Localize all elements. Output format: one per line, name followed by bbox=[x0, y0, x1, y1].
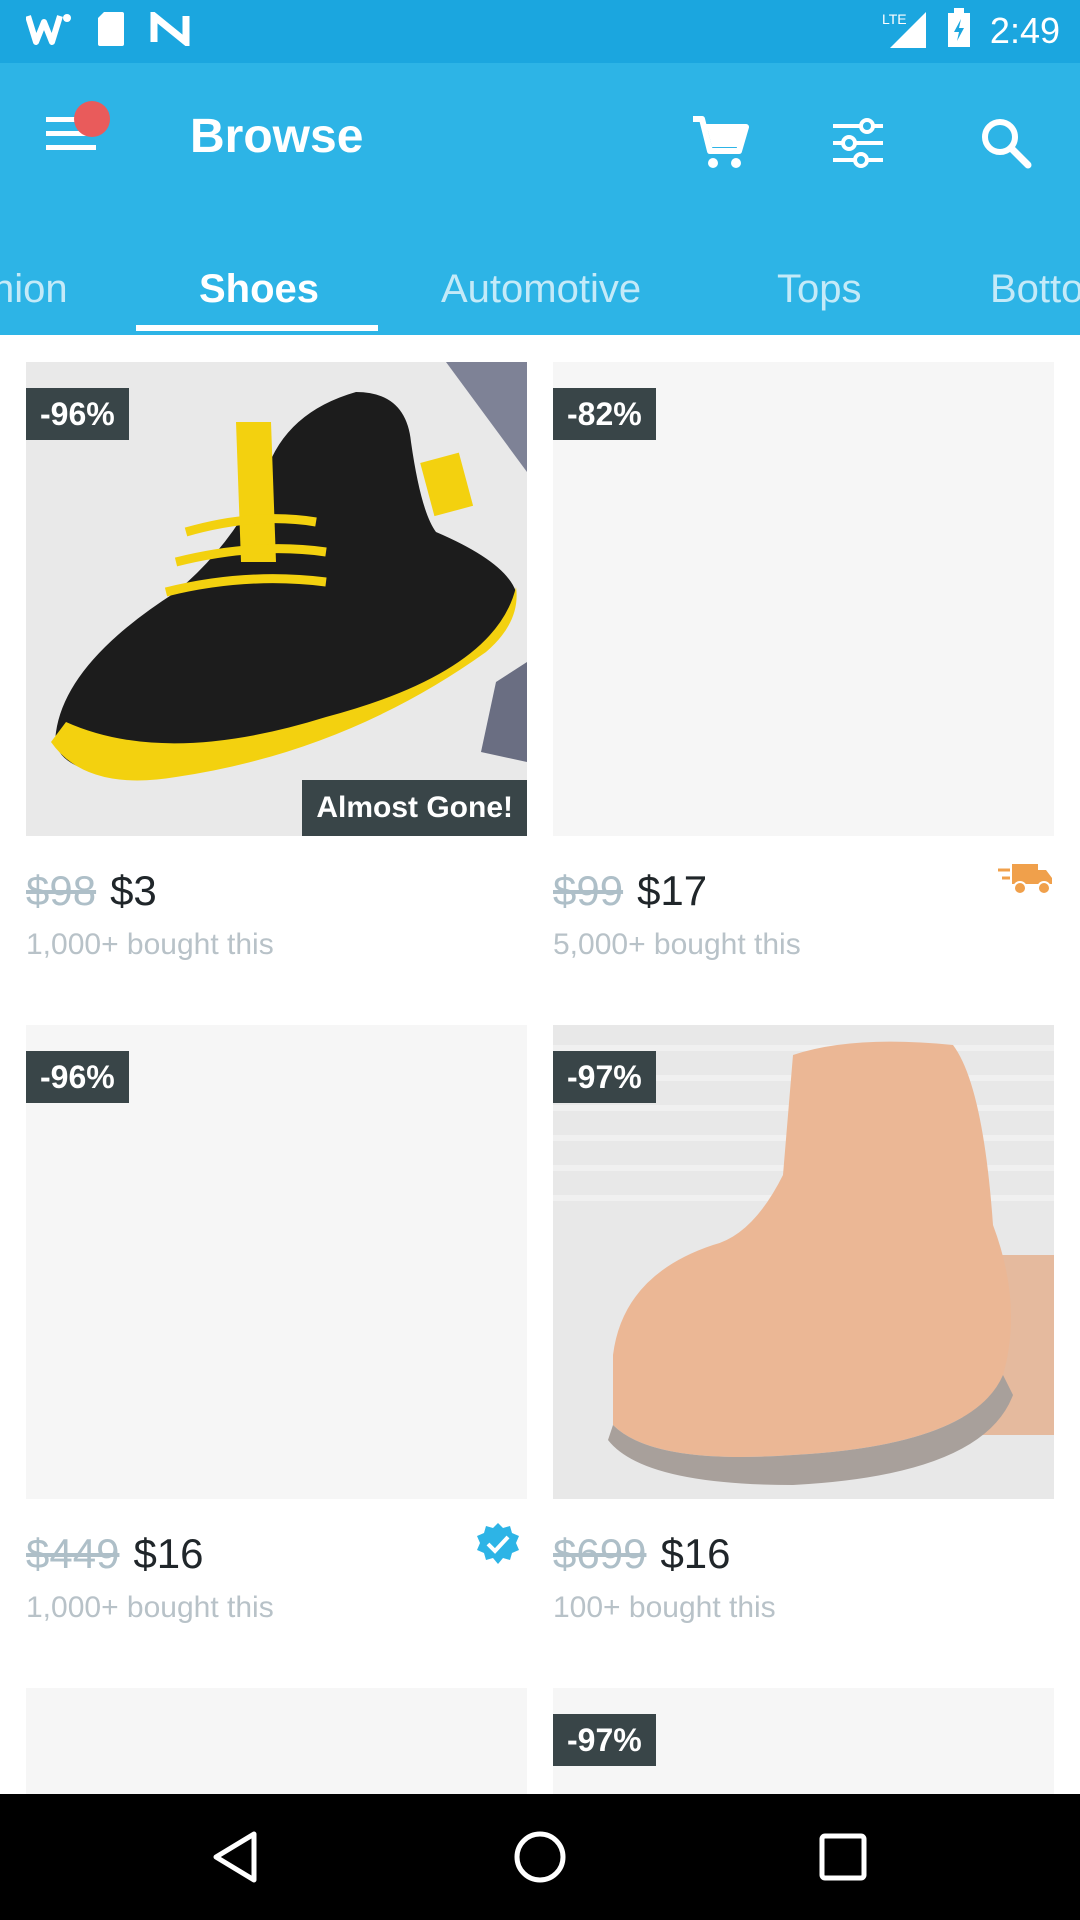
original-price: $449 bbox=[26, 1530, 120, 1577]
product-card[interactable]: -96% $449 $16 1,000+ bought this bbox=[26, 1025, 527, 1625]
product-card[interactable]: -97% bbox=[553, 1688, 1054, 1794]
notification-dot bbox=[74, 101, 110, 137]
fast-shipping-truck-icon bbox=[998, 858, 1054, 903]
bought-count: 100+ bought this bbox=[553, 1591, 776, 1624]
search-button[interactable] bbox=[970, 107, 1042, 179]
home-icon bbox=[514, 1831, 566, 1883]
sd-card-icon bbox=[96, 10, 126, 53]
price-row: $699 $16 bbox=[553, 1530, 731, 1578]
filter-button[interactable] bbox=[822, 107, 894, 179]
sale-price: $17 bbox=[637, 867, 708, 914]
search-icon bbox=[982, 119, 1032, 169]
recents-icon bbox=[819, 1833, 867, 1881]
bought-count: 5,000+ bought this bbox=[553, 928, 801, 961]
discount-badge: -82% bbox=[553, 388, 656, 440]
app-bar: Browse hion Shoes Automotive Tops Botto bbox=[0, 63, 1080, 335]
discount-badge: -96% bbox=[26, 1051, 129, 1103]
verified-icon bbox=[475, 1521, 521, 1572]
n-app-icon bbox=[150, 8, 190, 51]
tab-shoes[interactable]: Shoes bbox=[199, 243, 319, 335]
tab-automotive[interactable]: Automotive bbox=[441, 243, 641, 335]
tab-indicator bbox=[136, 325, 378, 331]
original-price: $699 bbox=[553, 1530, 647, 1577]
filter-icon bbox=[833, 118, 883, 168]
signal-icon: LTE bbox=[882, 6, 928, 55]
almost-gone-badge: Almost Gone! bbox=[302, 780, 527, 836]
product-image: -96% Almost Gone! bbox=[26, 362, 527, 836]
page-title: Browse bbox=[190, 110, 364, 163]
category-tabs: hion Shoes Automotive Tops Botto bbox=[0, 243, 1080, 335]
bought-count: 1,000+ bought this bbox=[26, 928, 274, 961]
status-bar: LTE 2:49 bbox=[0, 0, 1080, 63]
price-row: $99 $17 bbox=[553, 867, 707, 915]
discount-badge: -97% bbox=[553, 1714, 656, 1766]
original-price: $99 bbox=[553, 867, 624, 914]
product-image: -97% bbox=[553, 1688, 1054, 1794]
sale-price: $16 bbox=[133, 1530, 204, 1577]
product-image: -96% bbox=[26, 1025, 527, 1499]
bought-count: 1,000+ bought this bbox=[26, 1591, 274, 1624]
tab-fashion[interactable]: hion bbox=[0, 243, 68, 335]
network-label: LTE bbox=[882, 11, 907, 27]
sale-price: $3 bbox=[110, 867, 157, 914]
wish-app-icon bbox=[25, 12, 72, 51]
tab-tops[interactable]: Tops bbox=[777, 243, 862, 335]
product-image bbox=[26, 1688, 527, 1794]
product-image: -82% bbox=[553, 362, 1054, 836]
battery-icon bbox=[946, 7, 972, 54]
product-image: -97% bbox=[553, 1025, 1054, 1499]
system-nav-bar bbox=[0, 1794, 1080, 1920]
price-row: $98 $3 bbox=[26, 867, 157, 915]
clock: 2:49 bbox=[989, 9, 1060, 51]
home-button[interactable] bbox=[505, 1822, 575, 1892]
discount-badge: -97% bbox=[553, 1051, 656, 1103]
sale-price: $16 bbox=[660, 1530, 731, 1577]
back-button[interactable] bbox=[200, 1822, 270, 1892]
original-price: $98 bbox=[26, 867, 97, 914]
tab-bottoms[interactable]: Botto bbox=[990, 243, 1080, 335]
cart-icon bbox=[693, 116, 749, 168]
product-card[interactable]: -82% $99 $17 5,000+ bought this bbox=[553, 362, 1054, 962]
cart-button[interactable] bbox=[684, 107, 756, 179]
price-row: $449 $16 bbox=[26, 1530, 204, 1578]
product-card[interactable]: -97% $699 $16 100+ bought this bbox=[553, 1025, 1054, 1625]
back-icon bbox=[213, 1831, 257, 1883]
discount-badge: -96% bbox=[26, 388, 129, 440]
product-card[interactable]: -96% Almost Gone! $98 $3 1,000+ bought t… bbox=[26, 362, 527, 962]
recents-button[interactable] bbox=[808, 1822, 878, 1892]
product-card[interactable] bbox=[26, 1688, 527, 1794]
